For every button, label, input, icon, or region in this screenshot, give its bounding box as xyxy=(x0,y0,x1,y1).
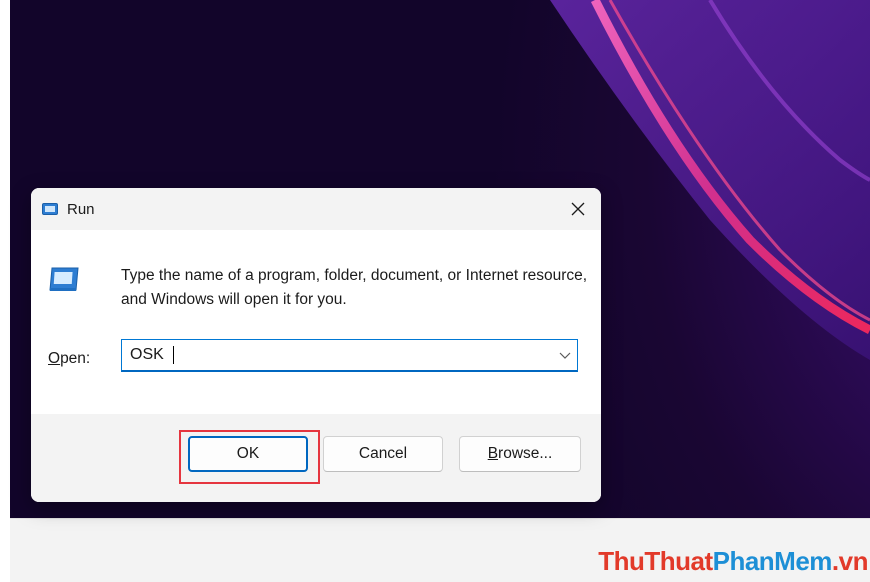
browse-mnemonic: B xyxy=(487,445,499,462)
dialog-title: Run xyxy=(67,201,95,218)
browse-rest: rowse... xyxy=(498,445,553,462)
run-dialog: Run Type the name of a program, folder, … xyxy=(31,188,601,502)
text-caret xyxy=(173,346,174,364)
cancel-button[interactable]: Cancel xyxy=(323,436,443,472)
chevron-down-icon[interactable] xyxy=(559,350,571,360)
dialog-description: Type the name of a program, folder, docu… xyxy=(121,267,588,308)
close-icon xyxy=(571,202,585,216)
ok-button[interactable]: OK xyxy=(188,436,308,472)
watermark-part1: ThuThuat xyxy=(598,546,713,576)
open-input[interactable] xyxy=(130,344,540,366)
dialog-content: Type the name of a program, folder, docu… xyxy=(31,230,601,414)
close-button[interactable] xyxy=(555,188,601,230)
title-bar: Run xyxy=(31,188,601,230)
watermark-part3: .vn xyxy=(831,546,869,576)
watermark: ThuThuatPhanMem.vn xyxy=(598,546,868,577)
dialog-footer: OK Cancel Browse... xyxy=(31,414,601,502)
run-icon xyxy=(42,203,58,215)
open-combobox[interactable] xyxy=(121,339,578,372)
open-label: Open: xyxy=(48,350,90,368)
browse-button[interactable]: Browse... xyxy=(459,436,581,472)
watermark-part2: PhanMem xyxy=(712,546,833,576)
open-label-rest: pen: xyxy=(60,350,91,367)
run-icon xyxy=(49,267,79,291)
open-label-mnemonic: O xyxy=(48,350,61,367)
